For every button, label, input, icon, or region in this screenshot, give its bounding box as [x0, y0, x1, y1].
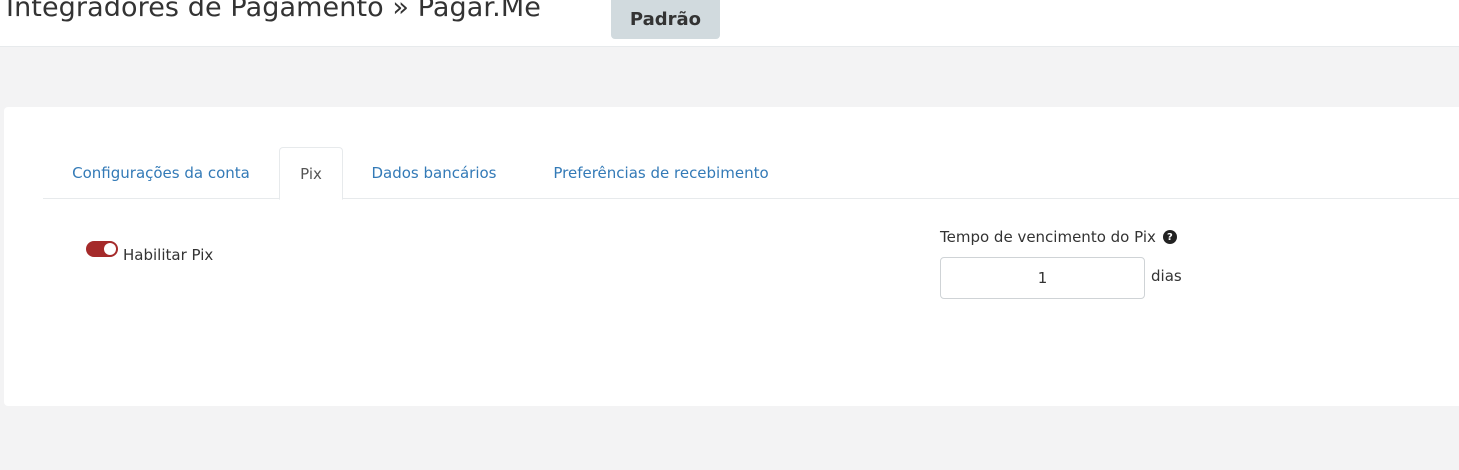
- tab-bar: Configurações da conta Pix Dados bancári…: [43, 147, 1459, 200]
- expiry-time-label: Tempo de vencimento do Pix ?: [940, 228, 1177, 246]
- tab-bank-details[interactable]: Dados bancários: [343, 147, 525, 199]
- expiry-time-label-text: Tempo de vencimento do Pix: [940, 228, 1156, 246]
- settings-panel: Configurações da conta Pix Dados bancári…: [4, 107, 1459, 406]
- enable-pix-label: Habilitar Pix: [123, 246, 214, 264]
- question-circle-icon[interactable]: ?: [1162, 230, 1177, 244]
- expiry-time-input[interactable]: [940, 257, 1145, 299]
- toggle-knob: [104, 243, 116, 255]
- expiry-unit-label: dias: [1151, 267, 1182, 285]
- tab-pix[interactable]: Pix: [279, 147, 343, 200]
- page-header: Integradores de Pagamento » Pagar.Me Pad…: [0, 0, 1459, 47]
- tab-receiving-preferences[interactable]: Preferências de recebimento: [525, 147, 797, 199]
- enable-pix-toggle[interactable]: [86, 241, 118, 257]
- page-title: Integradores de Pagamento » Pagar.Me: [6, 0, 541, 23]
- status-badge: Padrão: [611, 0, 720, 39]
- tab-account-settings[interactable]: Configurações da conta: [43, 147, 279, 199]
